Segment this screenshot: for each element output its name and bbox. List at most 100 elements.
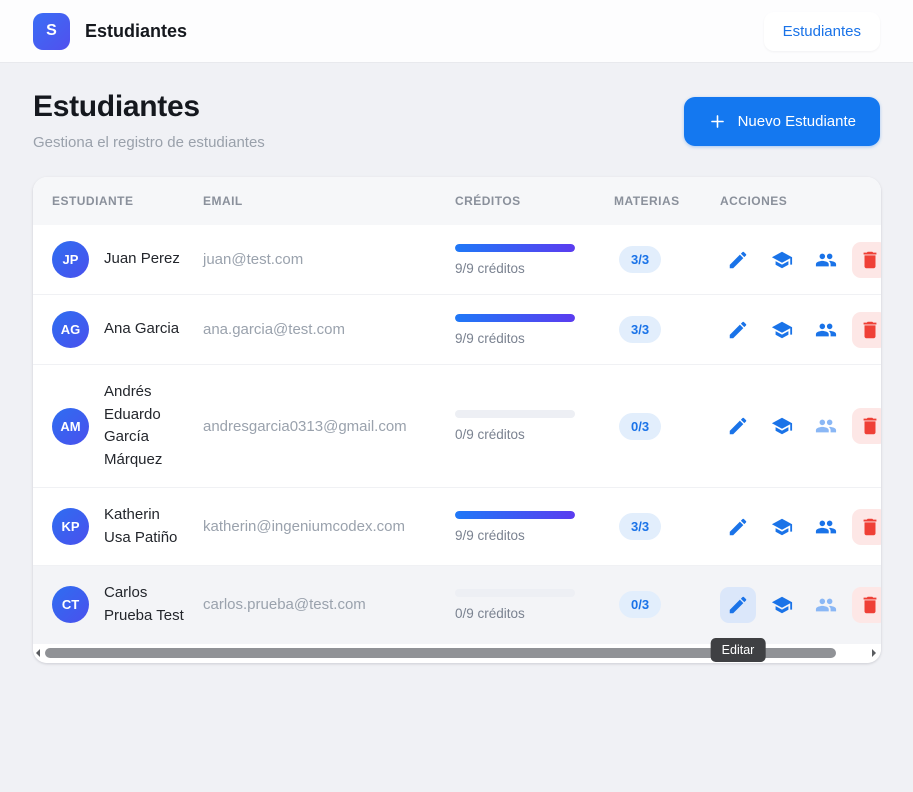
top-bar: S Estudiantes Estudiantes [0,0,913,63]
edit-button[interactable] [720,509,756,545]
student-name: Andrés Eduardo García Márquez [104,383,163,468]
pencil-icon [727,249,749,271]
subjects-button[interactable] [764,509,800,545]
credits-cell: 9/9 créditos [455,313,614,346]
student-cell: AM Andrés Eduardo García Márquez [33,381,203,471]
student-email: ana.garcia@test.com [203,321,345,338]
materias-badge: 0/3 [619,591,662,618]
actions-cell [720,408,881,444]
student-cell: CT Carlos Prueba Test [33,582,203,627]
trash-icon [859,594,881,616]
credits-label: 9/9 créditos [455,260,525,276]
assign-group-button[interactable] [808,509,844,545]
assign-group-button[interactable] [808,242,844,278]
table-row: JP Juan Perez juan@test.com 9/9 créditos… [33,225,881,295]
column-header-materias: MATERIAS [614,194,680,208]
avatar: KP [52,508,89,545]
student-email: katherin@ingeniumcodex.com [203,518,405,535]
table-row: CT Carlos Prueba Test carlos.prueba@test… [33,566,881,662]
actions-cell [720,508,881,545]
credits-bar-fill [455,510,575,519]
pencil-icon [727,415,749,437]
trash-icon [859,415,881,437]
student-name: Juan Perez [104,250,180,268]
credits-progress-track [455,313,575,322]
materias-badge: 3/3 [619,316,662,343]
subjects-button[interactable] [764,587,800,623]
materias-cell: 0/3 [614,591,720,618]
delete-button[interactable] [852,241,881,278]
student-cell: JP Juan Perez [33,241,203,278]
delete-button[interactable] [852,311,881,348]
credits-progress-track [455,410,575,418]
trash-icon [859,319,881,341]
people-icon [815,249,837,271]
scroll-left-arrow-icon[interactable] [36,649,40,657]
delete-button[interactable] [852,508,881,545]
credits-label: 9/9 créditos [455,527,525,543]
materias-badge: 0/3 [619,412,662,440]
pencil-icon [727,516,749,538]
subjects-button[interactable] [764,312,800,348]
subjects-button[interactable] [764,408,800,444]
graduation-cap-icon [771,516,793,538]
credits-label: 9/9 créditos [455,330,525,346]
graduation-cap-icon [771,249,793,271]
credits-cell: 9/9 créditos [455,510,614,543]
graduation-cap-icon [771,319,793,341]
edit-button[interactable] [720,408,756,444]
scroll-right-arrow-icon[interactable] [872,649,876,657]
new-student-button-label: Nuevo Estudiante [737,113,856,130]
brand: S Estudiantes [33,12,188,50]
trash-icon [859,516,881,538]
credits-cell: 0/9 créditos [455,588,614,621]
assign-group-button[interactable] [808,408,844,444]
pencil-icon [727,594,749,616]
credits-bar-fill [455,243,575,252]
trash-icon [859,249,881,271]
student-cell: AG Ana Garcia [33,311,203,348]
credits-progress-track [455,243,575,252]
credits-label: 0/9 créditos [455,605,525,621]
credits-progress-track [455,510,575,519]
page-head-text: Estudiantes Gestiona el registro de estu… [33,90,265,151]
graduation-cap-icon [771,415,793,437]
logo-letter: S [46,22,57,39]
materias-badge: 3/3 [619,513,662,540]
app-logo: S [33,12,70,50]
edit-button[interactable] [720,242,756,278]
column-header-acciones: ACCIONES [720,194,788,208]
assign-group-button[interactable] [808,312,844,348]
table-row: AG Ana Garcia ana.garcia@test.com 9/9 cr… [33,295,881,365]
new-student-button[interactable]: Nuevo Estudiante [683,97,880,146]
edit-button[interactable]: Editar [710,586,766,662]
column-header-estudiante: ESTUDIANTE [52,194,134,208]
table-body: JP Juan Perez juan@test.com 9/9 créditos… [33,225,881,662]
edit-tooltip: Editar [710,637,766,662]
people-icon [815,319,837,341]
main-content: Estudiantes Gestiona el registro de estu… [0,90,913,663]
nav-estudiantes-button[interactable]: Estudiantes [763,11,880,51]
subjects-button[interactable] [764,242,800,278]
students-table-card: ESTUDIANTE EMAIL CRÉDITOS MATERIAS ACCIO… [33,177,881,663]
actions-cell: Editar [710,586,881,662]
credits-progress-track [455,588,575,597]
page-head: Estudiantes Gestiona el registro de estu… [33,90,880,151]
page-title: Estudiantes [33,90,200,123]
materias-badge: 3/3 [619,246,662,273]
assign-group-button[interactable] [808,587,844,623]
edit-button[interactable] [720,312,756,348]
actions-cell [720,241,881,278]
materias-cell: 3/3 [614,246,720,273]
student-name: Ana Garcia [104,320,180,338]
delete-button[interactable] [852,586,881,623]
delete-button[interactable] [852,408,881,444]
materias-cell: 3/3 [614,513,720,540]
credits-cell: 0/9 créditos [455,410,614,442]
people-icon [815,415,837,437]
table-header-row: ESTUDIANTE EMAIL CRÉDITOS MATERIAS ACCIO… [33,177,881,225]
brand-title: Estudiantes [85,20,188,41]
avatar: JP [52,241,89,278]
avatar: AG [52,311,89,348]
column-header-email: EMAIL [203,194,243,208]
